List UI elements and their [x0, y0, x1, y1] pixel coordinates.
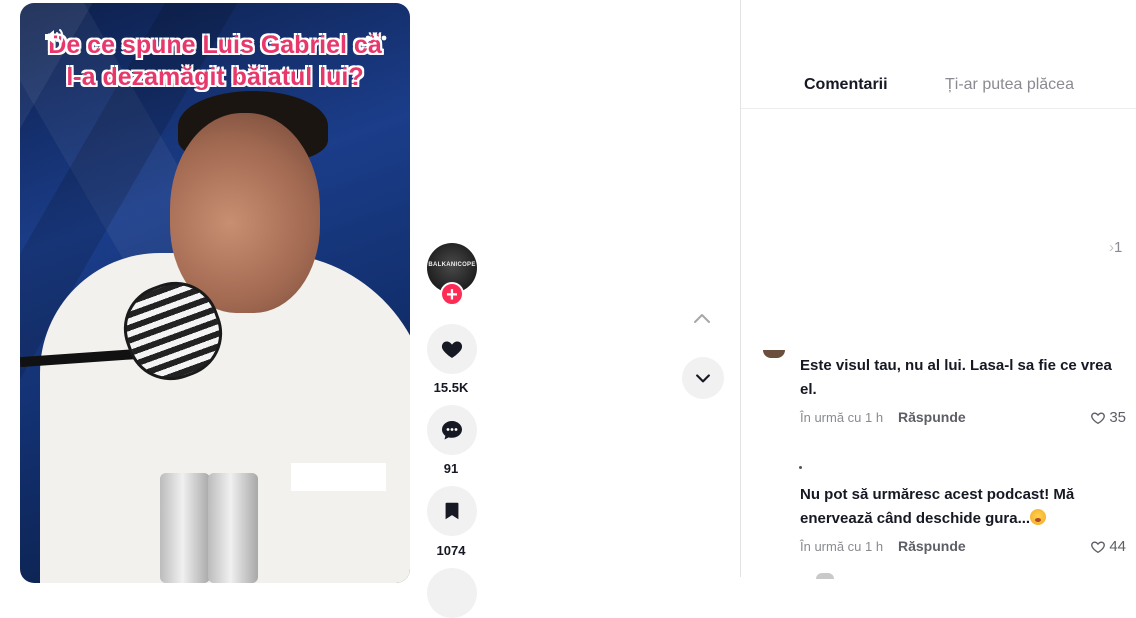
video-person-head: [170, 113, 320, 313]
partial-reply-count-value: 1: [1114, 239, 1123, 256]
commenter-avatar[interactable]: [763, 350, 785, 358]
video-player[interactable]: De ce spune Luis Gabriel că l-a dezamăgi…: [20, 3, 410, 583]
follow-button[interactable]: +: [440, 282, 464, 306]
comment-like-count: 35: [1109, 409, 1126, 426]
comment-button[interactable]: [427, 405, 477, 455]
commenter-avatar[interactable]: [816, 573, 834, 579]
partial-reply-count: ›1: [1109, 239, 1123, 256]
volume-icon[interactable]: [42, 25, 66, 49]
comment-like-button[interactable]: 35: [1090, 409, 1126, 426]
heart-outline-icon: [1091, 412, 1106, 424]
comment-like-count: 44: [1109, 538, 1126, 555]
video-caption: De ce spune Luis Gabriel că l-a dezamăgi…: [20, 29, 410, 93]
comment-item: Este visul tau, nu al lui. Lasa-l sa fie…: [800, 354, 1130, 434]
flushed-face-emoji-icon: [1030, 509, 1047, 525]
tab-comments[interactable]: Comentarii: [804, 76, 888, 94]
like-button[interactable]: [427, 324, 477, 374]
comment-item: Nu pot să urmăresc acest podcast! Mă ene…: [800, 483, 1130, 563]
comment-count: 91: [443, 461, 459, 476]
bookmark-icon: [445, 502, 459, 520]
comment-text: Nu pot să urmăresc acest podcast! Mă ene…: [800, 483, 1130, 531]
save-count: 1074: [436, 543, 466, 558]
creator-avatar-text: BALKANICOPE: [428, 262, 476, 268]
panel-tabs: Comentarii Ți-ar putea plăcea: [741, 60, 1136, 109]
like-count: 15.5K: [433, 380, 469, 395]
video-caption-line: l-a dezamăgit băiatul lui?: [66, 63, 364, 91]
comment-text: Este visul tau, nu al lui. Lasa-l sa fie…: [800, 357, 1112, 398]
next-video-button[interactable]: [682, 357, 724, 399]
video-white-box: [291, 463, 386, 491]
comment-icon: [442, 421, 462, 440]
video-caption-line: De ce spune Luis Gabriel că: [48, 31, 382, 59]
drink-can: [208, 473, 258, 583]
reply-button[interactable]: Răspunde: [898, 409, 966, 425]
comment-time: În urmă cu 1 h: [800, 410, 884, 425]
heart-outline-icon: [1091, 541, 1106, 553]
comment-time: În urmă cu 1 h: [800, 539, 884, 554]
previous-video-icon[interactable]: [690, 307, 714, 331]
tab-you-may-like[interactable]: Ți-ar putea plăcea: [945, 76, 1074, 94]
drink-can: [160, 473, 210, 583]
heart-icon: [441, 341, 463, 358]
share-button[interactable]: [427, 568, 477, 618]
save-button[interactable]: [427, 486, 477, 536]
comment-like-button[interactable]: 44: [1090, 538, 1126, 555]
chevron-down-icon: [696, 374, 710, 383]
commenter-avatar[interactable]: [799, 466, 802, 469]
reply-button[interactable]: Răspunde: [898, 538, 966, 554]
more-options-icon[interactable]: [364, 33, 388, 43]
